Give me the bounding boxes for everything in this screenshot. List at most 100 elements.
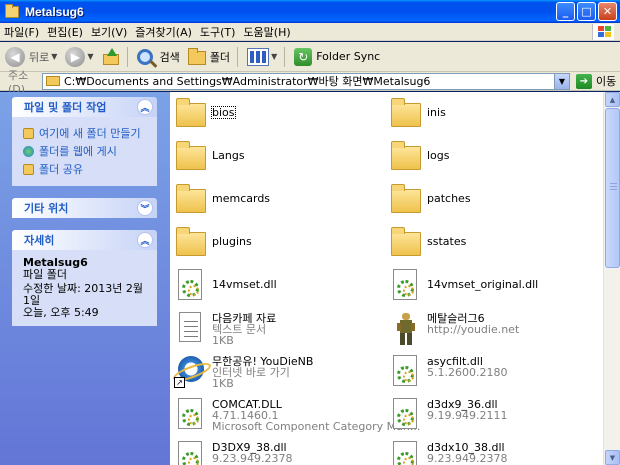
back-label: 뒤로 bbox=[29, 50, 50, 64]
minimize-button[interactable]: _ bbox=[556, 2, 575, 21]
file-item[interactable]: COMCAT.DLL 4.71.1460.1 Microsoft Component… bbox=[172, 393, 420, 436]
views-button[interactable]: ▼ bbox=[244, 45, 280, 69]
panel-title: 기타 위치 bbox=[24, 202, 69, 215]
panel-body: Metalsug6 파일 폴더 수정한 날짜: 2013년 2월 1일 오늘, … bbox=[12, 250, 157, 326]
file-name: bios bbox=[211, 106, 236, 119]
dll-icon bbox=[389, 440, 421, 465]
chevron-down-icon[interactable]: ▼ bbox=[87, 52, 93, 61]
folder-icon bbox=[389, 139, 421, 173]
file-detail: http://youdie.net bbox=[427, 323, 520, 336]
file-item[interactable]: Langs bbox=[172, 135, 382, 178]
file-detail: 9.19.949.2111 bbox=[427, 409, 508, 422]
menu-help[interactable]: 도움말(H) bbox=[239, 24, 294, 40]
toolbar-divider bbox=[126, 46, 128, 67]
file-item[interactable]: asycfilt.dll 5.1.2600.2180 bbox=[387, 350, 597, 393]
file-item-text: 14vmset_original.dll bbox=[427, 279, 538, 290]
panel-header[interactable]: 자세히 ︽ bbox=[12, 230, 157, 250]
chevron-down-icon[interactable]: ▼ bbox=[554, 73, 569, 89]
scroll-up-button[interactable]: ▲ bbox=[605, 92, 620, 107]
go-label: 이동 bbox=[596, 75, 617, 88]
task-label: 폴더 공유 bbox=[39, 163, 83, 176]
task-new-folder[interactable]: 여기에 새 폴더 만들기 bbox=[23, 125, 147, 141]
file-name: 14vmset_original.dll bbox=[427, 278, 539, 291]
folder-sync-button[interactable]: ↻ Folder Sync bbox=[291, 45, 383, 69]
file-item-text: memcards bbox=[212, 193, 270, 204]
file-item[interactable]: bios bbox=[172, 92, 382, 135]
menu-file[interactable]: 파일(F) bbox=[0, 24, 43, 40]
file-name: logs bbox=[427, 149, 450, 162]
file-name: plugins bbox=[212, 235, 252, 248]
address-path: C:₩Documents and Settings₩Administrator₩… bbox=[64, 75, 431, 88]
address-input[interactable]: C:₩Documents and Settings₩Administrator₩… bbox=[42, 72, 570, 90]
task-share-folder[interactable]: 폴더 공유 bbox=[23, 161, 147, 177]
forward-arrow-icon: ▶ bbox=[65, 46, 86, 67]
task-publish-web[interactable]: 폴더를 웹에 게시 bbox=[23, 143, 147, 159]
scroll-thumb[interactable] bbox=[605, 108, 620, 268]
folder-icon bbox=[174, 225, 206, 259]
forward-button[interactable]: ▶ ▼ bbox=[62, 45, 96, 69]
toolbar-divider bbox=[237, 46, 239, 67]
file-item-text: asycfilt.dll 5.1.2600.2180 bbox=[427, 356, 507, 378]
views-icon bbox=[247, 47, 270, 66]
file-item[interactable]: D3DX9_38.dll 9.23.949.2378 bbox=[172, 436, 382, 465]
dll-icon bbox=[174, 397, 206, 431]
folder-icon bbox=[46, 76, 60, 86]
file-item[interactable]: ↗ 무한공유! YouDieNB 인터넷 바로 가기 1KB bbox=[172, 350, 382, 393]
folder-icon bbox=[174, 139, 206, 173]
file-item[interactable]: 14vmset_original.dll bbox=[387, 264, 597, 307]
file-item[interactable]: inis bbox=[387, 92, 597, 135]
menu-edit[interactable]: 편집(E) bbox=[43, 24, 87, 40]
folder-icon bbox=[389, 182, 421, 216]
search-icon bbox=[136, 48, 153, 65]
file-item[interactable]: plugins bbox=[172, 221, 382, 264]
folder-icon bbox=[389, 225, 421, 259]
task-pane: 파일 및 폴더 작업 ︽ 여기에 새 폴더 만들기 폴더를 웹에 게시 폴더 공… bbox=[0, 92, 170, 465]
menu-bar: 파일(F) 편집(E) 보기(V) 즐겨찾기(A) 도구(T) 도움말(H) bbox=[0, 23, 620, 41]
main-area: 파일 및 폴더 작업 ︽ 여기에 새 폴더 만들기 폴더를 웹에 게시 폴더 공… bbox=[0, 92, 620, 465]
sync-icon: ↻ bbox=[294, 47, 313, 66]
close-button[interactable]: ✕ bbox=[598, 2, 617, 21]
file-item[interactable]: 다음카페 자료 텍스트 문서 1KB bbox=[172, 307, 382, 350]
other-places-panel: 기타 위치 ︾ bbox=[12, 198, 157, 218]
file-item[interactable]: d3dx9_36.dll 9.19.949.2111 bbox=[387, 393, 597, 436]
menu-favorites[interactable]: 즐겨찾기(A) bbox=[131, 24, 196, 40]
file-item[interactable]: d3dx10_38.dll 9.23.949.2378 bbox=[387, 436, 597, 465]
file-item-text: patches bbox=[427, 193, 471, 204]
panel-header[interactable]: 파일 및 폴더 작업 ︽ bbox=[12, 97, 157, 117]
scroll-down-button[interactable]: ▼ bbox=[605, 450, 620, 465]
title-bar[interactable]: Metalsug6 _ □ ✕ bbox=[0, 0, 620, 23]
chevron-down-icon[interactable]: ▼ bbox=[271, 52, 277, 61]
panel-header[interactable]: 기타 위치 ︾ bbox=[12, 198, 157, 218]
chevron-down-icon[interactable]: ▼ bbox=[51, 52, 57, 61]
search-button[interactable]: 검색 bbox=[134, 45, 183, 69]
menu-tools[interactable]: 도구(T) bbox=[196, 24, 240, 40]
menu-view[interactable]: 보기(V) bbox=[87, 24, 131, 40]
go-button[interactable]: ➔ 이동 bbox=[576, 73, 616, 89]
folders-icon bbox=[187, 48, 206, 65]
dll-icon bbox=[174, 440, 206, 465]
file-item-text: logs bbox=[427, 150, 450, 161]
file-item[interactable]: patches bbox=[387, 178, 597, 221]
folder-icon bbox=[174, 96, 206, 130]
file-item-text: D3DX9_38.dll 9.23.949.2378 bbox=[212, 442, 292, 464]
vertical-scrollbar[interactable]: ▲ ▼ bbox=[603, 92, 620, 465]
windows-logo-icon bbox=[592, 24, 614, 40]
collapse-icon[interactable]: ︽ bbox=[137, 99, 153, 115]
file-item[interactable]: 14vmset.dll bbox=[172, 264, 382, 307]
file-folder-tasks-panel: 파일 및 폴더 작업 ︽ 여기에 새 폴더 만들기 폴더를 웹에 게시 폴더 공… bbox=[12, 97, 157, 186]
file-item[interactable]: memcards bbox=[172, 178, 382, 221]
folders-button[interactable]: 폴더 bbox=[185, 45, 233, 69]
file-item[interactable]: 메탈슬러그6 http://youdie.net bbox=[387, 307, 597, 350]
file-item[interactable]: sstates bbox=[387, 221, 597, 264]
file-detail: 9.23.949.2378 bbox=[427, 452, 508, 465]
back-button[interactable]: ◀ 뒤로 ▼ bbox=[2, 45, 60, 69]
address-bar: 주소(D) C:₩Documents and Settings₩Administ… bbox=[0, 69, 620, 96]
expand-icon[interactable]: ︾ bbox=[137, 200, 153, 216]
file-item-text: sstates bbox=[427, 236, 466, 247]
file-name: memcards bbox=[212, 192, 271, 205]
file-item-text: plugins bbox=[212, 236, 252, 247]
maximize-button[interactable]: □ bbox=[577, 2, 596, 21]
collapse-icon[interactable]: ︽ bbox=[137, 232, 153, 248]
file-item[interactable]: logs bbox=[387, 135, 597, 178]
up-button[interactable] bbox=[99, 45, 123, 69]
